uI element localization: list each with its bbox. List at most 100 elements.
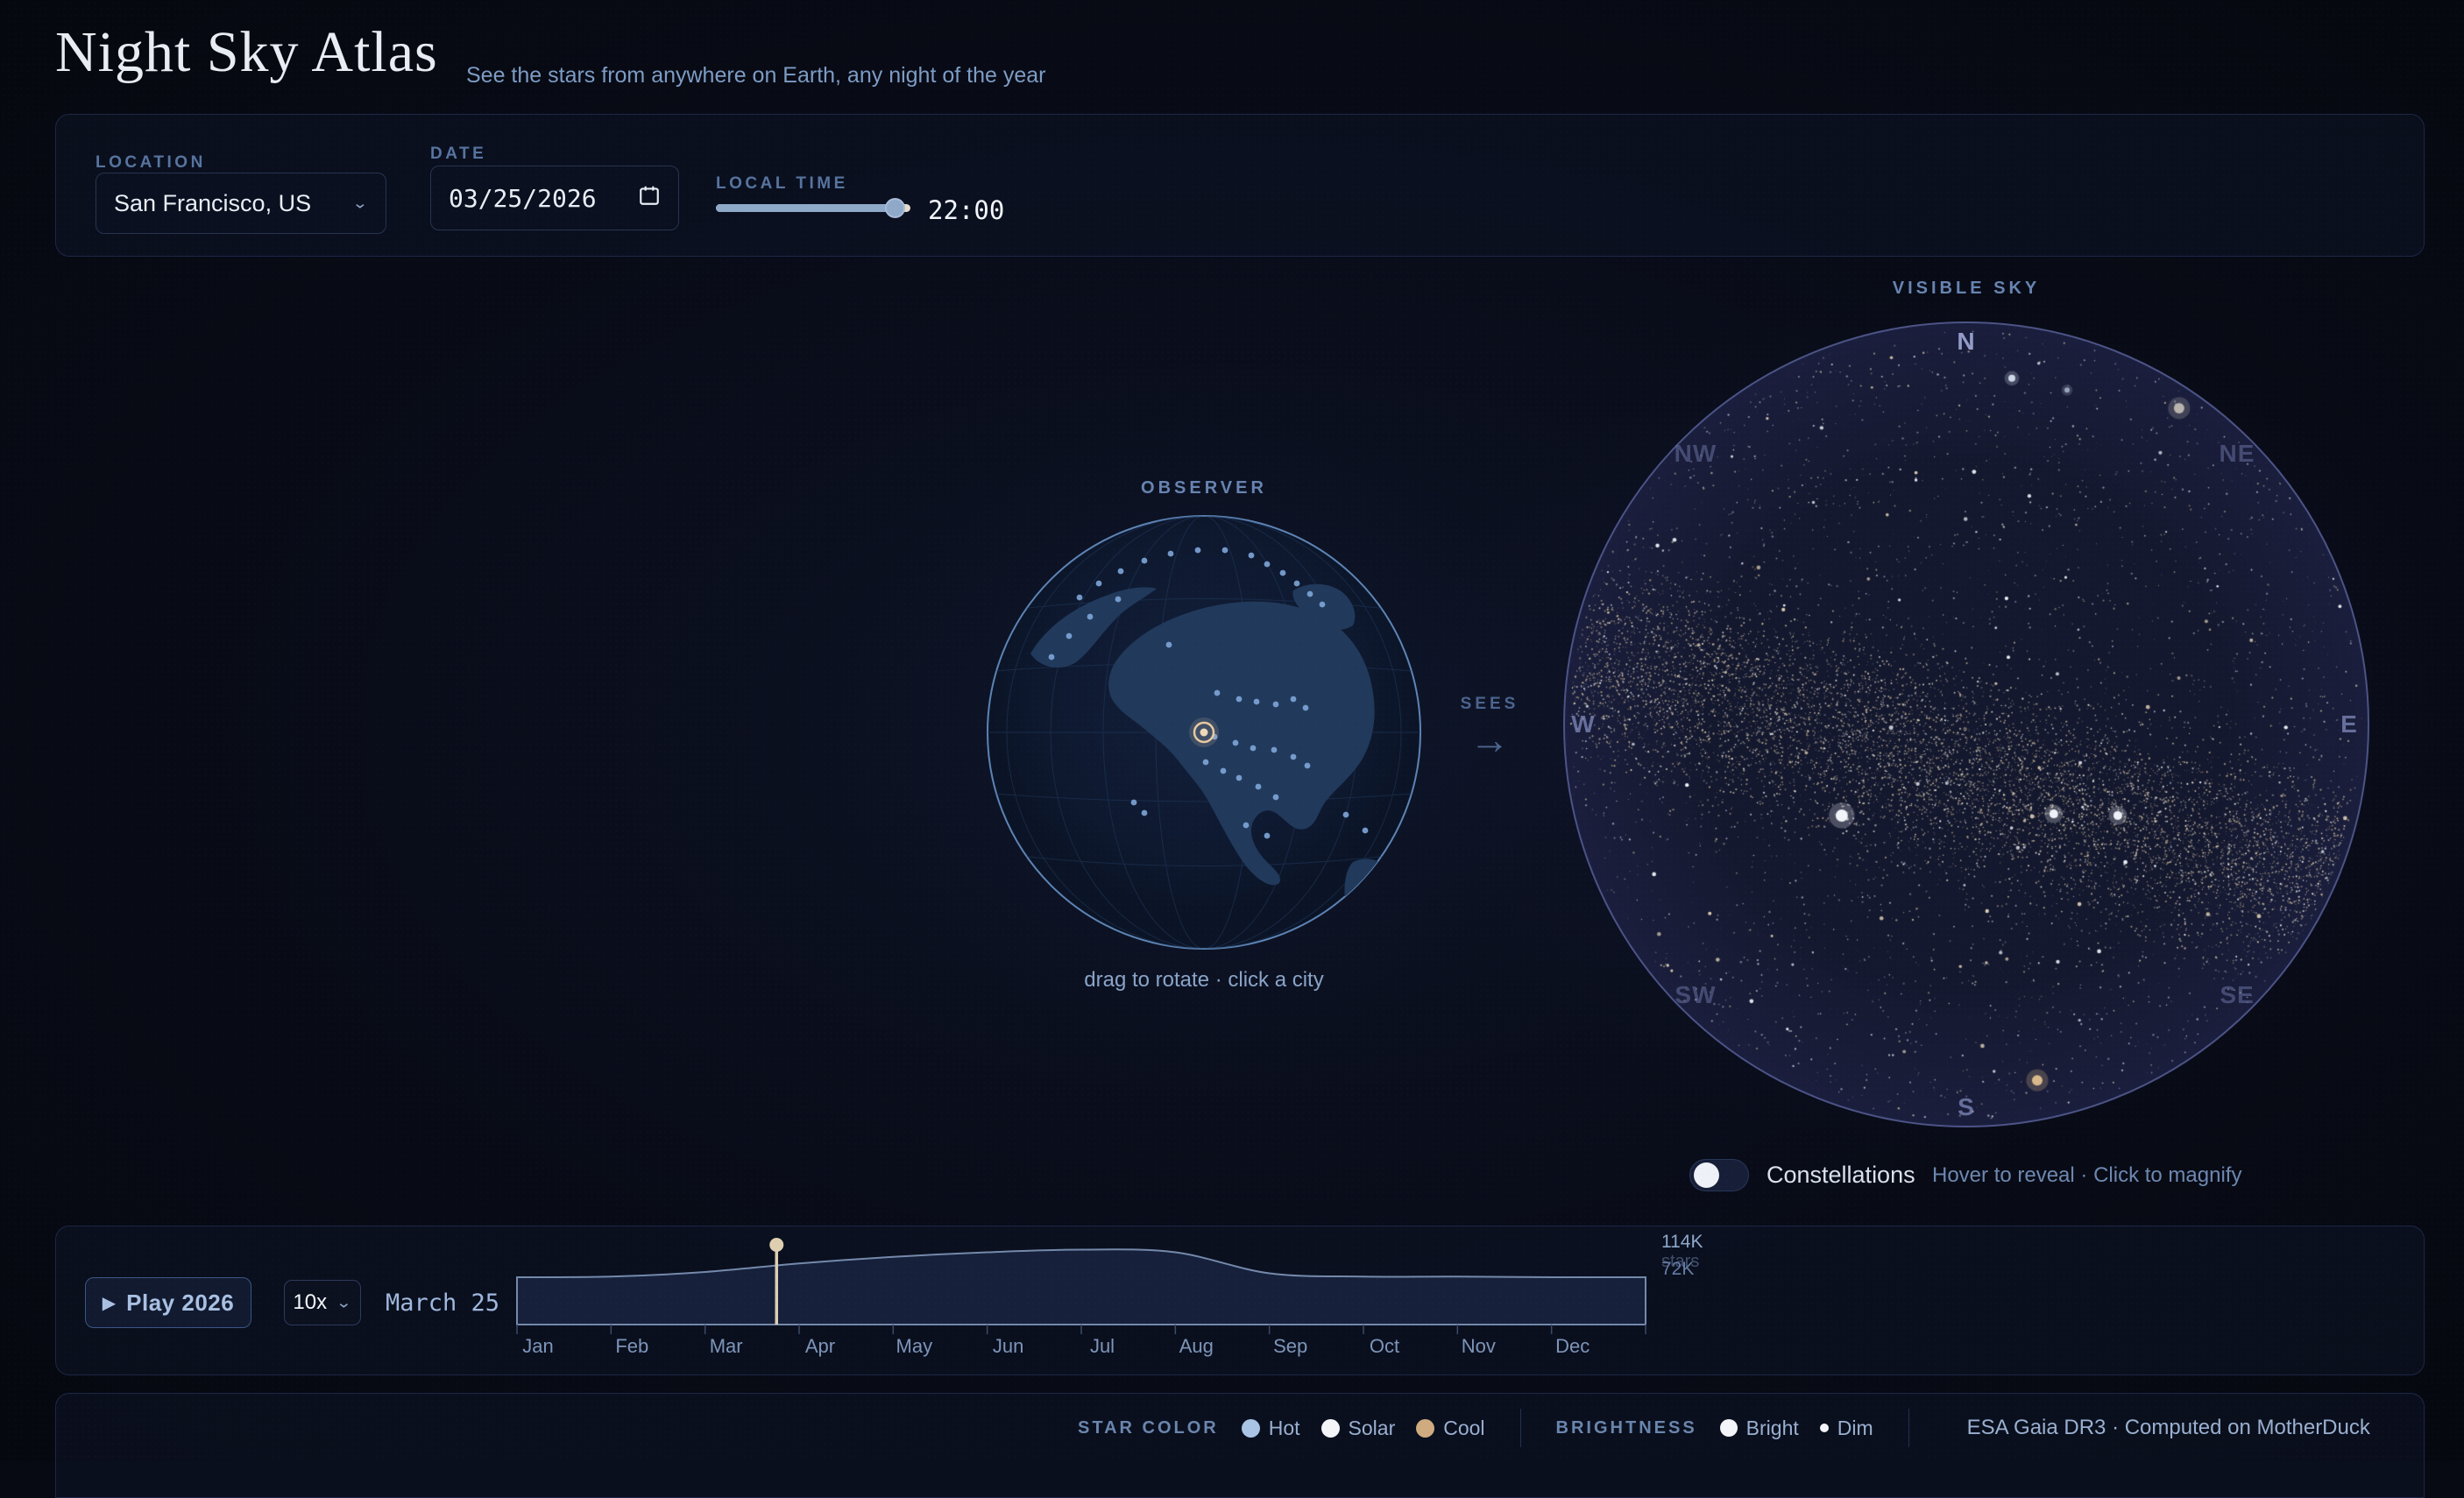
city-dot[interactable] xyxy=(1118,569,1124,575)
location-value: San Francisco, US xyxy=(114,190,311,217)
constellations-label: Constellations xyxy=(1767,1162,1915,1189)
city-dot[interactable] xyxy=(1249,553,1255,559)
brightness-label: BRIGHTNESS xyxy=(1556,1418,1697,1438)
month-label-may: May xyxy=(896,1335,933,1358)
arrow-right-icon: → xyxy=(1437,719,1542,760)
location-select[interactable]: San Francisco, US ⌄ xyxy=(96,173,386,234)
playhead-knob[interactable] xyxy=(769,1238,783,1252)
play-button-label: Play 2026 xyxy=(126,1290,234,1317)
timeline-current-date: March 25 xyxy=(386,1290,499,1317)
speed-select[interactable]: 10x ⌄ xyxy=(284,1280,361,1325)
month-label-apr: Apr xyxy=(805,1335,835,1358)
city-dot[interactable] xyxy=(1236,696,1243,703)
city-dot[interactable] xyxy=(1382,903,1388,909)
chevron-down-icon: ⌄ xyxy=(336,1294,351,1312)
city-dot[interactable] xyxy=(1214,690,1221,696)
legend-text: Cool xyxy=(1443,1417,1484,1440)
local-time-label: LOCAL TIME xyxy=(716,174,848,194)
page-title: Night Sky Atlas xyxy=(55,19,438,86)
page-subtitle: See the stars from anywhere on Earth, an… xyxy=(466,63,1045,88)
city-dot[interactable] xyxy=(1343,812,1349,818)
city-dot[interactable] xyxy=(1131,800,1137,806)
legend-dot xyxy=(1242,1419,1260,1438)
brightness-legend: Bright Dim xyxy=(1720,1417,1873,1440)
city-dot[interactable] xyxy=(1264,562,1271,568)
location-label: LOCATION xyxy=(96,153,206,173)
chart-area[interactable] xyxy=(517,1249,1646,1325)
city-dot[interactable] xyxy=(1291,696,1297,703)
legend-text: Solar xyxy=(1349,1417,1396,1440)
city-dot[interactable] xyxy=(1087,614,1094,620)
city-dot[interactable] xyxy=(1221,768,1227,774)
city-dot[interactable] xyxy=(1303,705,1309,711)
city-dot[interactable] xyxy=(1273,702,1279,708)
year-chart[interactable] xyxy=(515,1237,1647,1339)
city-dot[interactable] xyxy=(1273,795,1279,801)
city-dot[interactable] xyxy=(1096,581,1102,587)
legend-text: Dim xyxy=(1837,1417,1873,1440)
month-label-jul: Jul xyxy=(1090,1335,1115,1358)
city-dot[interactable] xyxy=(1077,595,1083,601)
month-label-nov: Nov xyxy=(1462,1335,1496,1358)
city-dot[interactable] xyxy=(1236,775,1243,781)
date-value: 03/25/2026 xyxy=(449,184,597,213)
star-field[interactable] xyxy=(1563,322,2369,1127)
date-input[interactable]: 03/25/2026 xyxy=(430,166,679,230)
city-dot[interactable] xyxy=(1280,570,1286,576)
star-color-item-hot: Hot xyxy=(1242,1417,1300,1440)
chart-max-label: 114K xyxy=(1661,1232,1703,1253)
constellations-toggle-knob[interactable] xyxy=(1694,1162,1719,1188)
month-label-aug: Aug xyxy=(1179,1335,1214,1358)
city-dot[interactable] xyxy=(1294,581,1300,587)
legend-dot xyxy=(1321,1419,1340,1438)
legend-dot xyxy=(1720,1419,1738,1437)
observer-globe[interactable] xyxy=(985,513,1423,951)
city-dot[interactable] xyxy=(1320,602,1326,608)
time-slider[interactable] xyxy=(716,204,910,212)
time-slider-thumb[interactable] xyxy=(885,198,905,218)
chevron-down-icon: ⌄ xyxy=(352,194,368,213)
city-dot[interactable] xyxy=(1115,597,1122,603)
city-dot[interactable] xyxy=(1254,699,1260,705)
star-color-label: STAR COLOR xyxy=(1078,1418,1219,1438)
controls-panel: LOCATION San Francisco, US ⌄ DATE 03/25/… xyxy=(55,114,2425,257)
city-dot[interactable] xyxy=(1142,558,1148,564)
footer-legend: STAR COLOR Hot Solar Cool BRIGHTNESS Brigh… xyxy=(1078,1409,2370,1447)
observer-label: OBSERVER xyxy=(1116,478,1292,498)
city-dot[interactable] xyxy=(1307,591,1313,597)
city-dot[interactable] xyxy=(1264,833,1271,839)
city-dot[interactable] xyxy=(1256,784,1262,790)
city-dot[interactable] xyxy=(1233,740,1239,746)
city-dot[interactable] xyxy=(1363,828,1369,834)
city-dot[interactable] xyxy=(1305,763,1311,769)
city-dot[interactable] xyxy=(1142,810,1148,816)
play-icon: ▶ xyxy=(103,1292,116,1314)
constellations-toggle[interactable] xyxy=(1689,1159,1749,1191)
brightness-item-bright: Bright xyxy=(1720,1417,1799,1440)
city-dot[interactable] xyxy=(1271,747,1278,753)
globe-hint: drag to rotate · click a city xyxy=(1029,968,1379,993)
month-label-jan: Jan xyxy=(522,1335,553,1358)
calendar-icon[interactable] xyxy=(638,184,661,213)
date-label: DATE xyxy=(430,145,486,164)
city-dot[interactable] xyxy=(1250,745,1257,752)
legend-dot xyxy=(1820,1424,1829,1432)
city-dot[interactable] xyxy=(1291,754,1297,760)
play-year-button[interactable]: ▶ Play 2026 xyxy=(85,1277,251,1328)
city-dot[interactable] xyxy=(1049,654,1055,661)
city-dot[interactable] xyxy=(1243,823,1250,829)
month-label-dec: Dec xyxy=(1555,1335,1590,1358)
observer-marker xyxy=(1189,717,1219,747)
month-label-jun: Jun xyxy=(993,1335,1023,1358)
city-dot[interactable] xyxy=(1168,551,1174,557)
star-color-item-cool: Cool xyxy=(1416,1417,1484,1440)
month-label-feb: Feb xyxy=(615,1335,648,1358)
city-dot[interactable] xyxy=(1222,548,1228,554)
constellations-hint: Hover to reveal · Click to magnify xyxy=(1932,1163,2241,1188)
city-dot[interactable] xyxy=(1195,548,1201,554)
city-dot[interactable] xyxy=(1066,633,1073,639)
divider xyxy=(1908,1409,1909,1447)
city-dot[interactable] xyxy=(1375,887,1381,894)
city-dot[interactable] xyxy=(1166,642,1172,648)
city-dot[interactable] xyxy=(1203,760,1209,766)
